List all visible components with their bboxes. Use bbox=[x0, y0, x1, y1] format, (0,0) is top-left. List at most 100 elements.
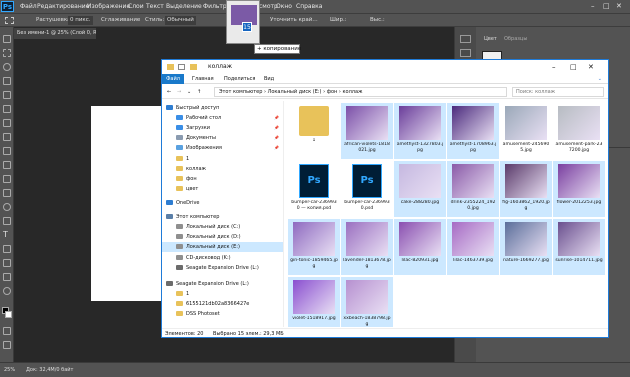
nav-item[interactable]: фон bbox=[162, 174, 283, 184]
tab-home[interactable]: Главная bbox=[192, 74, 214, 84]
breadcrumb-this-pc[interactable]: Этот компьютер bbox=[219, 89, 262, 95]
feather-input[interactable]: 0 пикс. bbox=[68, 16, 93, 25]
nav-item[interactable]: Seagate Expansion Drive (L:) bbox=[162, 263, 283, 273]
menu-file[interactable]: Файл bbox=[20, 0, 37, 13]
eraser-tool-icon[interactable] bbox=[3, 175, 11, 183]
marquee-tool-icon[interactable] bbox=[3, 49, 11, 57]
hand-tool-icon[interactable] bbox=[3, 273, 11, 281]
menu-image[interactable]: Изображение bbox=[87, 0, 130, 13]
file-item[interactable]: lilac-1463739.jpg bbox=[447, 219, 499, 275]
recent-chevron-icon[interactable]: ⌄ bbox=[187, 85, 191, 99]
lasso-tool-icon[interactable] bbox=[3, 63, 11, 71]
background-color-swatch[interactable] bbox=[5, 311, 12, 318]
menu-select[interactable]: Выделение bbox=[166, 0, 202, 13]
file-item[interactable]: Ps bumper-car-2369930 — копия.psd bbox=[288, 161, 340, 217]
file-item[interactable]: gin-tonic-1859465.jpg bbox=[288, 219, 340, 275]
pin-icon[interactable]: 📌 bbox=[274, 113, 279, 123]
quick-mask-icon[interactable] bbox=[3, 327, 11, 335]
properties-icon[interactable] bbox=[460, 49, 471, 57]
dodge-tool-icon[interactable] bbox=[3, 203, 11, 211]
healing-brush-icon[interactable] bbox=[3, 119, 11, 127]
file-item[interactable]: amusement-2456905.jpg bbox=[500, 103, 552, 159]
pen-tool-icon[interactable] bbox=[3, 217, 11, 225]
tab-swatches[interactable]: Образцы bbox=[504, 34, 527, 45]
tab-view[interactable]: Вид bbox=[264, 74, 274, 84]
file-item[interactable]: lilac-820931.jpg bbox=[394, 219, 446, 275]
marquee-tool-icon[interactable] bbox=[5, 17, 14, 24]
brush-tool-icon[interactable] bbox=[3, 133, 11, 141]
menu-layers[interactable]: Слои bbox=[128, 0, 144, 13]
search-input[interactable]: Поиск: коллаж bbox=[512, 87, 604, 97]
nav-item[interactable]: DSS Photoset bbox=[162, 309, 283, 319]
file-item[interactable]: cake-288280.jpg bbox=[394, 161, 446, 217]
file-item[interactable]: nature-1669277.jpg bbox=[500, 219, 552, 275]
file-item[interactable]: lavender-1813678.jpg bbox=[341, 219, 393, 275]
up-arrow-icon[interactable]: ↑ bbox=[197, 85, 201, 99]
chevron-down-icon[interactable]: ⌄ bbox=[598, 74, 602, 84]
document-tab[interactable]: Без имени-1 @ 25% (Слой 0, RGB/8) * bbox=[14, 28, 96, 39]
crop-tool-icon[interactable] bbox=[3, 91, 11, 99]
zoom-level[interactable]: 25% bbox=[4, 363, 15, 377]
breadcrumb-drive-e[interactable]: Локальный диск (E:) bbox=[268, 89, 322, 95]
file-item[interactable]: violet-1518917.jpg bbox=[288, 277, 340, 327]
file-item[interactable]: fig-1603862_1920.jpg bbox=[500, 161, 552, 217]
pin-icon[interactable]: 📌 bbox=[274, 123, 279, 133]
nav-item[interactable]: Быстрый доступ bbox=[162, 103, 283, 113]
history-icon[interactable] bbox=[460, 35, 471, 43]
type-tool-icon[interactable]: T bbox=[3, 231, 8, 239]
menu-filter[interactable]: Фильтр bbox=[203, 0, 227, 13]
close-icon[interactable]: ✕ bbox=[588, 60, 594, 74]
nav-item[interactable]: цвет bbox=[162, 184, 283, 194]
close-icon[interactable]: ✕ bbox=[616, 0, 622, 13]
file-item[interactable]: drink-2355224_1920.jpg bbox=[447, 161, 499, 217]
nav-item[interactable]: Этот компьютер bbox=[162, 212, 283, 222]
nav-item[interactable]: Локальный диск (D:) bbox=[162, 232, 283, 242]
file-item[interactable]: amusement-park-237200.jpg bbox=[553, 103, 605, 159]
path-select-icon[interactable] bbox=[3, 245, 11, 253]
quick-access-toolbar-icon[interactable] bbox=[178, 64, 185, 70]
file-item[interactable]: 1 bbox=[288, 103, 340, 159]
zoom-tool-icon[interactable] bbox=[3, 287, 11, 295]
nav-item[interactable]: OneDrive bbox=[162, 198, 283, 208]
file-item[interactable]: xxbeach-1838798.jpg bbox=[341, 277, 393, 327]
breadcrumb-kollazh[interactable]: коллаж bbox=[343, 89, 363, 95]
minimize-icon[interactable]: – bbox=[552, 60, 556, 74]
tab-file[interactable]: Файл bbox=[162, 74, 184, 84]
nav-item[interactable]: Локальный диск (C:) bbox=[162, 222, 283, 232]
nav-item[interactable]: Документы 📌 bbox=[162, 133, 283, 143]
style-select[interactable]: Обычный bbox=[165, 16, 196, 25]
history-brush-icon[interactable] bbox=[3, 161, 11, 169]
pin-icon[interactable]: 📌 bbox=[274, 143, 279, 153]
gradient-tool-icon[interactable] bbox=[3, 189, 11, 197]
forward-arrow-icon[interactable]: → bbox=[177, 85, 181, 99]
file-item[interactable]: amethyst-1708963.jpg bbox=[447, 103, 499, 159]
maximize-icon[interactable]: □ bbox=[603, 0, 610, 13]
file-item[interactable]: Ps bumper-car-2369930.psd bbox=[341, 161, 393, 217]
minimize-icon[interactable]: – bbox=[591, 0, 595, 13]
menu-type[interactable]: Текст bbox=[146, 0, 164, 13]
file-item[interactable]: african-violets-1818021.jpg bbox=[341, 103, 393, 159]
nav-item[interactable]: Рабочий стол 📌 bbox=[162, 113, 283, 123]
pin-icon[interactable]: 📌 bbox=[274, 133, 279, 143]
file-item[interactable]: amethyst-1327803.jpg bbox=[394, 103, 446, 159]
nav-item[interactable]: Seagate Expansion Drive (L:) bbox=[162, 279, 283, 289]
address-bar[interactable]: Этот компьютер › Локальный диск (E:) › ф… bbox=[214, 87, 507, 97]
menu-help[interactable]: Справка bbox=[296, 0, 322, 13]
breadcrumb-fon[interactable]: фон bbox=[327, 89, 338, 95]
tab-share[interactable]: Поделиться bbox=[224, 74, 255, 84]
shape-tool-icon[interactable] bbox=[3, 259, 11, 267]
screen-mode-icon[interactable] bbox=[3, 341, 11, 349]
clone-stamp-icon[interactable] bbox=[3, 147, 11, 155]
nav-item[interactable]: Загрузки 📌 bbox=[162, 123, 283, 133]
menu-window[interactable]: Окно bbox=[276, 0, 292, 13]
back-arrow-icon[interactable]: ← bbox=[167, 85, 171, 99]
nav-item[interactable]: CD-дисковод (K:) bbox=[162, 253, 283, 263]
refine-edge-button[interactable]: Уточнить край… bbox=[270, 14, 318, 27]
nav-item[interactable]: коллаж bbox=[162, 164, 283, 174]
new-folder-icon[interactable] bbox=[190, 64, 197, 70]
antialias-checkbox[interactable]: Сглаживание bbox=[101, 14, 140, 27]
quick-select-icon[interactable] bbox=[3, 77, 11, 85]
move-tool-icon[interactable] bbox=[3, 35, 11, 43]
eyedropper-icon[interactable] bbox=[3, 105, 11, 113]
file-item[interactable]: flower-2012253.jpg bbox=[553, 161, 605, 217]
